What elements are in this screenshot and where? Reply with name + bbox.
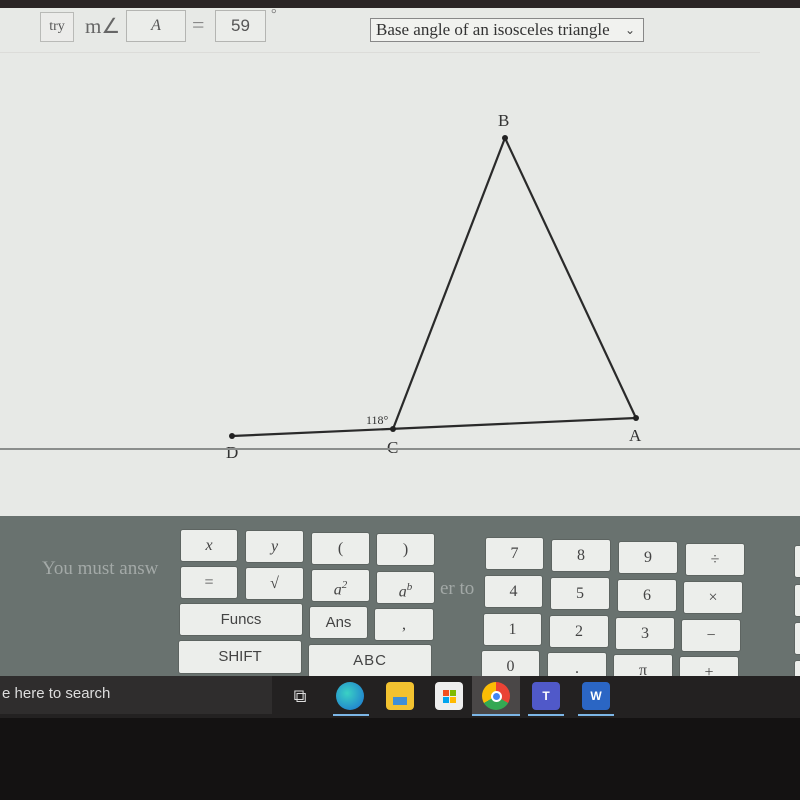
- edge-icon[interactable]: [336, 682, 364, 710]
- key-equals[interactable]: =: [180, 566, 238, 599]
- point-D: [229, 433, 235, 439]
- key-3[interactable]: 3: [615, 617, 675, 650]
- key-minus[interactable]: −: [681, 619, 741, 652]
- key-1[interactable]: 1: [483, 613, 542, 646]
- point-A: [633, 415, 639, 421]
- hint-text-left: You must answ: [42, 558, 159, 579]
- point-C: [390, 426, 396, 432]
- key-multiply[interactable]: ×: [683, 581, 743, 614]
- task-view-icon[interactable]: ⧉: [286, 682, 314, 710]
- word-icon[interactable]: W: [582, 682, 610, 710]
- page-divider: [0, 448, 800, 450]
- key-2[interactable]: 2: [549, 615, 609, 648]
- chrome-icon[interactable]: [482, 682, 510, 710]
- key-shift[interactable]: SHIFT: [178, 640, 302, 674]
- label-D: D: [226, 443, 238, 462]
- key-9[interactable]: 9: [618, 541, 678, 574]
- teams-active-indicator: [528, 714, 564, 716]
- teams-icon[interactable]: T: [532, 682, 560, 710]
- key-power-base: a: [398, 583, 407, 601]
- windows-taskbar: e here to search ⧉ T W: [0, 676, 800, 718]
- hint-text-right: er to: [440, 578, 475, 599]
- key-ans[interactable]: Ans: [309, 606, 368, 639]
- key-sqrt[interactable]: √: [245, 567, 304, 600]
- segment-DA: [231, 416, 637, 438]
- edge-active-indicator: [333, 714, 369, 716]
- key-power[interactable]: ab: [376, 571, 435, 604]
- key-5[interactable]: 5: [550, 577, 610, 610]
- key-4[interactable]: 4: [484, 575, 543, 608]
- microsoft-store-icon[interactable]: [435, 682, 463, 710]
- key-close-paren[interactable]: ): [376, 533, 435, 566]
- desk-background: [0, 718, 800, 800]
- taskbar-search-input[interactable]: e here to search: [0, 676, 272, 714]
- key-x[interactable]: x: [180, 529, 238, 562]
- key-square-exponent: 2: [341, 579, 348, 591]
- segment-BA: [504, 137, 637, 419]
- point-B: [502, 135, 508, 141]
- segment-BC: [391, 137, 507, 430]
- key-comma[interactable]: ,: [374, 608, 434, 641]
- triangle-diagram: B A C D 118°: [226, 111, 642, 462]
- key-7[interactable]: 7: [485, 537, 544, 570]
- file-explorer-icon[interactable]: [386, 682, 414, 710]
- key-side-2[interactable]: [794, 584, 800, 617]
- label-B: B: [498, 111, 509, 130]
- key-8[interactable]: 8: [551, 539, 611, 572]
- key-power-exponent: b: [406, 581, 413, 593]
- key-square[interactable]: a2: [311, 569, 370, 602]
- key-y[interactable]: y: [245, 530, 304, 563]
- browser-top-edge: [0, 0, 800, 8]
- question-page: try m∠ A = 59 ° Base angle of an isoscel…: [0, 7, 800, 516]
- key-abc[interactable]: ABC: [308, 644, 432, 678]
- key-side-1[interactable]: [794, 545, 800, 578]
- key-funcs[interactable]: Funcs: [179, 603, 303, 636]
- exterior-angle-label: 118°: [366, 413, 389, 427]
- word-active-indicator: [578, 714, 614, 716]
- chrome-active-indicator: [472, 714, 520, 716]
- key-square-base: a: [333, 581, 342, 599]
- label-A: A: [629, 426, 642, 445]
- key-divide[interactable]: ÷: [685, 543, 745, 576]
- key-side-3[interactable]: [794, 622, 800, 655]
- key-6[interactable]: 6: [617, 579, 677, 612]
- key-open-paren[interactable]: (: [311, 532, 370, 565]
